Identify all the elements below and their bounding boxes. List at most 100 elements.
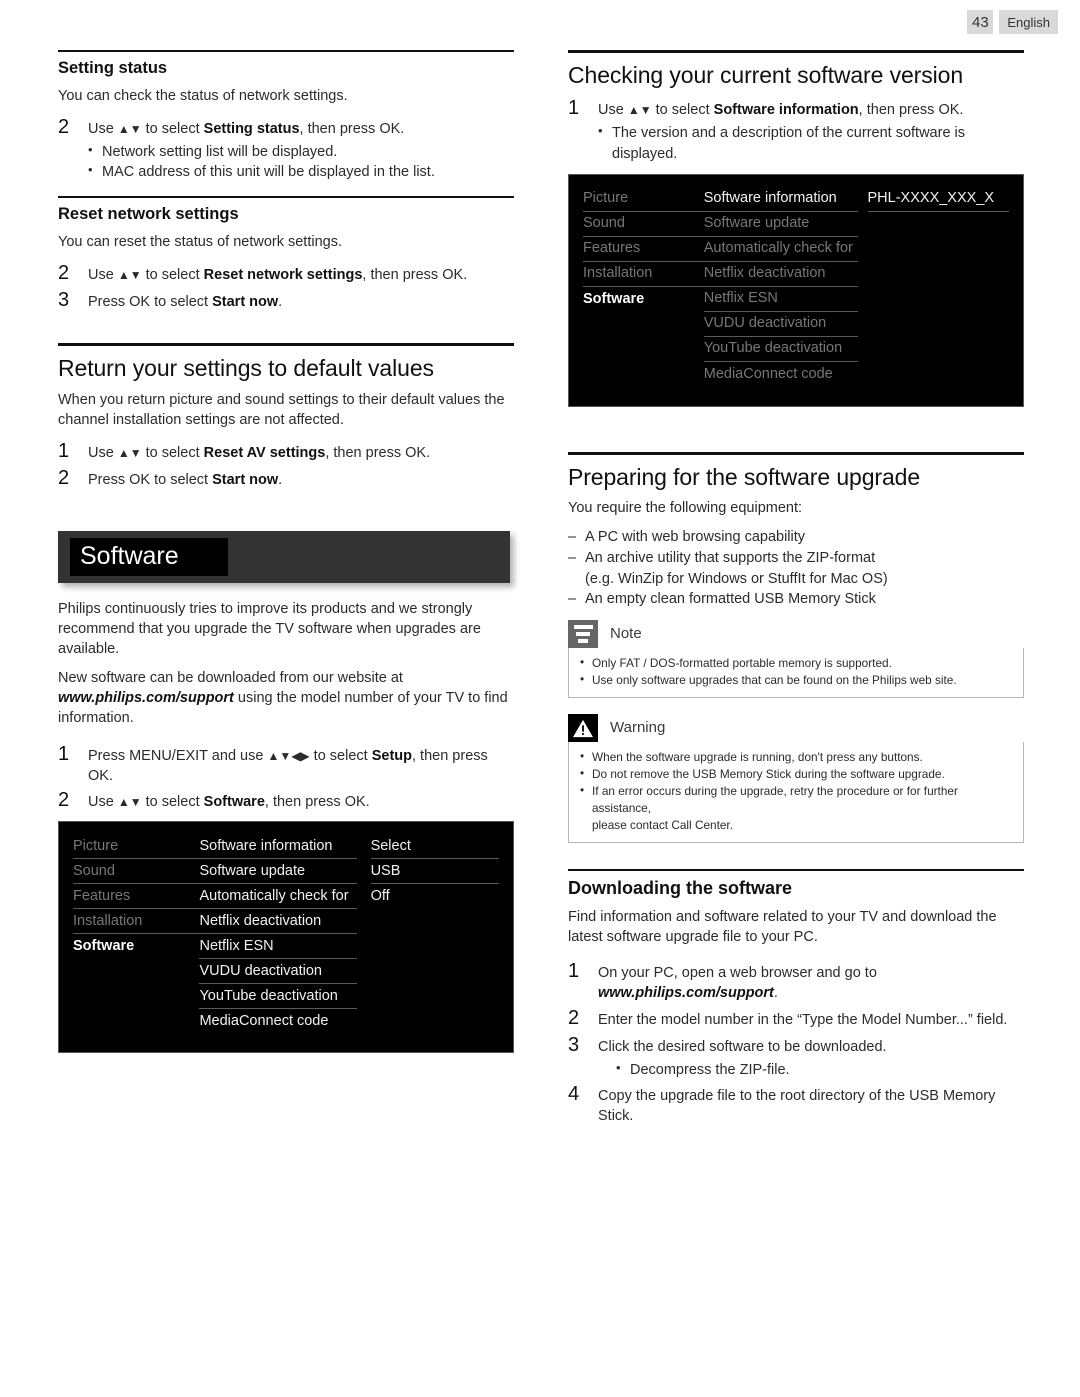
step-number: 2 <box>58 789 70 812</box>
requirements-list: A PC with web browsing capability An arc… <box>568 527 1024 609</box>
menu-item-netflix-esn[interactable]: Netflix ESN <box>703 287 858 313</box>
step-pre: On your PC, open a web browser and go to <box>598 965 877 982</box>
warning-line: If an error occurs during the upgrade, r… <box>592 784 958 816</box>
menu-item-netflix-deactivation[interactable]: Netflix deactivation <box>703 262 858 288</box>
step-item: 1 Use ▲▼ to select Software information,… <box>568 96 1024 121</box>
section-divider <box>568 452 1024 456</box>
step-text: On your PC, open a web browser and go to… <box>598 963 1024 1004</box>
step-number: 2 <box>58 262 70 285</box>
downloading-steps: 1 On your PC, open a web browser and go … <box>568 959 1024 1126</box>
menu-column-software-options: Software information Software update Aut… <box>703 187 858 390</box>
right-column: Checking your current software version 1… <box>568 50 1024 1135</box>
arrow-keys-icon: ▲▼ <box>627 103 652 118</box>
menu-item-mediaconnect-code[interactable]: MediaConnect code <box>199 1009 356 1034</box>
step-emphasis: Software <box>203 794 265 811</box>
step-post: , then press OK. <box>264 794 370 811</box>
menu-value-usb[interactable]: USB <box>370 859 499 885</box>
warning-triangle-glyph <box>573 719 593 738</box>
menu-item-automatically-check[interactable]: Automatically check for <box>703 237 858 263</box>
menu-item-software-update[interactable]: Software update <box>199 859 357 885</box>
note-label: Note <box>610 625 642 643</box>
requirement-line: An archive utility that supports the ZIP… <box>585 550 876 567</box>
menu-item-picture[interactable]: Picture <box>73 834 200 860</box>
preparing-intro: You require the following equipment: <box>568 500 803 517</box>
step-item: 1 On your PC, open a web browser and go … <box>568 959 1024 1004</box>
menu-item-software[interactable]: Software <box>583 287 704 312</box>
section-divider <box>58 343 514 347</box>
warning-line-cont: please contact Call Center. <box>592 818 733 833</box>
banner-title: Software <box>80 542 179 571</box>
section-divider <box>58 196 514 199</box>
menu-item-vudu-deactivation[interactable]: VUDU deactivation <box>703 312 858 338</box>
step-item: 4 Copy the upgrade file to the root dire… <box>568 1082 1024 1127</box>
warning-item: When the software upgrade is running, do… <box>579 748 1013 766</box>
step-number: 2 <box>58 115 70 138</box>
step-emphasis: Software information <box>713 102 859 119</box>
menu-item-automatically-check[interactable]: Automatically check for <box>199 884 357 910</box>
menu-item-sound[interactable]: Sound <box>73 859 200 885</box>
step-pre: Use <box>598 102 628 119</box>
arrow-keys-icon: ▲▼ <box>117 121 142 136</box>
step-post: , then press OK. <box>325 444 431 461</box>
menu-item-features[interactable]: Features <box>583 237 704 263</box>
return-defaults-intro: When you return picture and sound settin… <box>58 391 505 428</box>
page-header: 43 English <box>967 10 1058 34</box>
software-intro-steps: 1 Press MENU/EXIT and use ▲▼◀▶ to select… <box>58 742 514 814</box>
menu-item-software[interactable]: Software <box>73 934 199 959</box>
step-item: 2 Enter the model number in the “Type th… <box>568 1006 1024 1031</box>
step-mid: to select <box>141 444 204 461</box>
menu-item-youtube-deactivation[interactable]: YouTube deactivation <box>703 337 858 363</box>
menu-item-vudu-deactivation[interactable]: VUDU deactivation <box>199 959 357 985</box>
requirement-line: An empty clean formatted USB Memory Stic… <box>585 591 876 608</box>
warning-triangle-icon <box>568 713 598 742</box>
menu-item-picture[interactable]: Picture <box>583 187 704 213</box>
menu-column-values: PHL-XXXX_XXX_X <box>867 187 1010 390</box>
menu-value-select[interactable]: Select <box>370 834 499 860</box>
step-emphasis: Setting status <box>203 120 300 137</box>
menu-item-software-update[interactable]: Software update <box>703 212 858 238</box>
menu-value-off[interactable]: Off <box>371 884 499 909</box>
step-number: 1 <box>568 960 580 983</box>
page-number: 43 <box>967 10 994 34</box>
warning-body: When the software upgrade is running, do… <box>568 741 1024 844</box>
step-item: 1 Use ▲▼ to select Reset AV settings, th… <box>58 439 514 464</box>
step-post: . <box>773 985 778 1002</box>
menu-item-installation[interactable]: Installation <box>73 909 200 935</box>
menu-item-installation[interactable]: Installation <box>583 262 704 288</box>
step-text: Enter the model number in the “Type the … <box>598 1011 1008 1028</box>
step-item: 2 Press OK to select Start now. <box>58 466 514 491</box>
setting-status-heading: Setting status <box>58 59 168 77</box>
page-language: English <box>999 10 1058 34</box>
software-intro-para2: New software can be downloaded from our … <box>58 668 514 728</box>
reset-network-intro: You can reset the status of network sett… <box>58 234 342 251</box>
step-mid: to select <box>141 267 204 284</box>
menu-item-software-information[interactable]: Software information <box>703 187 858 213</box>
tv-setup-menu-screenshot-left: Picture Sound Features Installation Soft… <box>58 821 514 1054</box>
menu-item-mediaconnect-code[interactable]: MediaConnect code <box>704 362 858 387</box>
note-list: Only FAT / DOS-formatted portable memory… <box>579 654 1013 689</box>
menu-item-features[interactable]: Features <box>73 884 200 910</box>
step-text: Use ▲▼ to select Software information, t… <box>598 100 1024 120</box>
requirement-line-cont: (e.g. WinZip for Windows or StuffIt for … <box>585 570 888 587</box>
requirement-item: A PC with web browsing capability <box>568 527 1024 548</box>
return-defaults-heading: Return your settings to default values <box>58 355 434 382</box>
note-item: Use only software upgrades that can be f… <box>579 671 1013 689</box>
menu-item-netflix-esn[interactable]: Netflix ESN <box>199 934 357 960</box>
step-post: . <box>278 294 283 311</box>
banner-bar: Software <box>58 530 510 583</box>
bullet-item: Network setting list will be displayed. <box>88 141 514 162</box>
step-item: 3 Click the desired software to be downl… <box>568 1033 1024 1058</box>
menu-item-netflix-deactivation[interactable]: Netflix deactivation <box>199 909 357 935</box>
bullet-item: The version and a description of the cur… <box>598 122 1024 164</box>
step-text: Use ▲▼ to select Reset network settings,… <box>88 265 514 285</box>
step-number: 3 <box>58 289 70 312</box>
philips-support-url: www.philips.com/support <box>58 689 234 706</box>
step-mid: to select <box>141 794 204 811</box>
menu-item-software-information[interactable]: Software information <box>199 834 357 860</box>
step-pre: Use <box>88 444 118 461</box>
arrow-keys-icon: ▲▼ <box>117 445 142 460</box>
menu-item-youtube-deactivation[interactable]: YouTube deactivation <box>199 984 357 1010</box>
warning-item: Do not remove the USB Memory Stick durin… <box>579 765 1013 783</box>
menu-item-sound[interactable]: Sound <box>583 212 704 238</box>
step-number: 1 <box>58 439 70 462</box>
